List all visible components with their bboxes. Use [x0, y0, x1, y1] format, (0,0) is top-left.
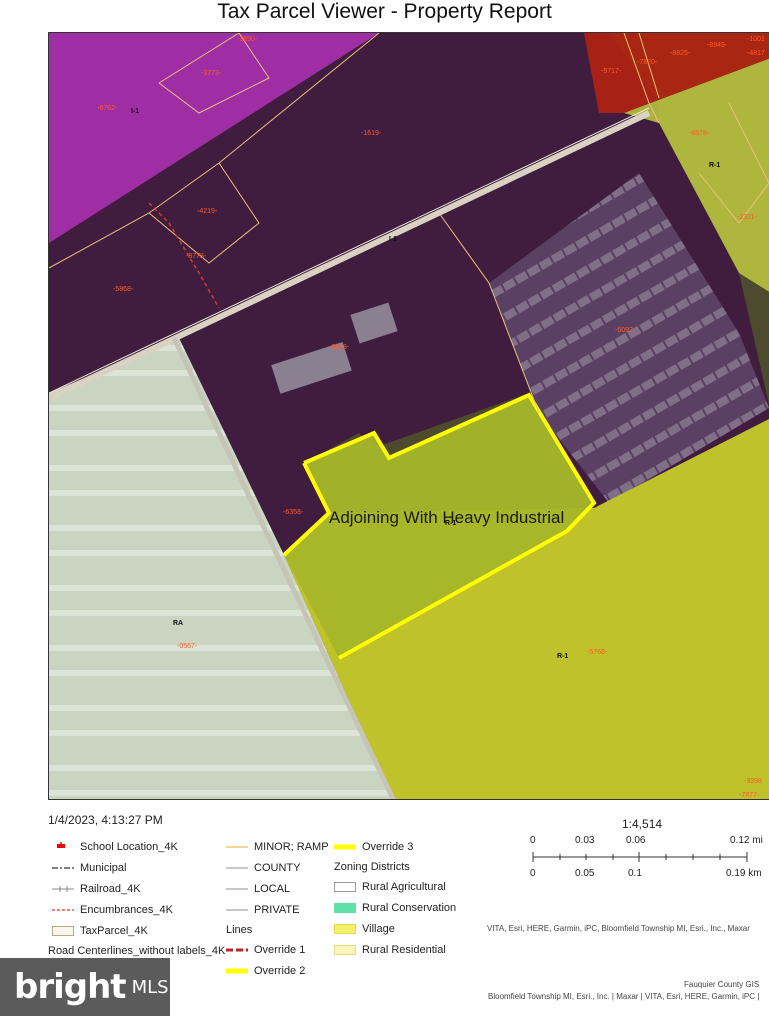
parcel-label: -6358- — [283, 509, 304, 516]
parcel-label: -8578- — [689, 130, 710, 137]
parcel-label: -0567- — [177, 643, 198, 650]
legend-school: School Location_4K — [52, 841, 178, 853]
municipal-line-icon — [52, 863, 74, 873]
zone-label: I-1 — [131, 108, 139, 115]
legend-railroad: Railroad_4K — [52, 883, 141, 895]
rural-residential-swatch-icon — [334, 945, 356, 955]
school-location-icon — [52, 842, 74, 852]
legend-private: PRIVATE — [226, 904, 299, 916]
scale-bar — [532, 852, 748, 862]
private-road-line-icon — [226, 905, 248, 915]
village-swatch-icon — [334, 924, 356, 934]
legend-local: LOCAL — [226, 883, 290, 895]
scale-mi-label: 0.06 — [626, 835, 646, 846]
parcel-label: -1001 — [747, 36, 765, 43]
legend-label: COUNTY — [254, 862, 301, 874]
scale-mi-label: 0.03 — [575, 835, 595, 846]
zone-label: RA — [173, 620, 183, 627]
scale-km-label: 0.1 — [628, 868, 642, 879]
legend-label: Encumbrances_4K — [80, 904, 173, 916]
local-road-line-icon — [226, 884, 248, 894]
legend-rural-conservation: Rural Conservation — [334, 902, 456, 914]
brightmls-watermark: bright MLS — [0, 958, 170, 1016]
parcel-label: -5868- — [113, 286, 134, 293]
annotation-text: Adjoining With Heavy Industrial — [329, 508, 564, 527]
legend-label: Override 2 — [254, 965, 306, 977]
rural-conservation-swatch-icon — [334, 903, 356, 913]
parcel-label: -7820- — [637, 59, 658, 66]
parcel-label: -8949- — [707, 42, 728, 49]
attribution-line: VITA, Esri, HERE, Garmin, iPC, Bloomfiel… — [487, 924, 750, 933]
map-viewport[interactable]: -3890- -3773- -6762- -1619- -4219- -8778… — [48, 32, 769, 800]
scale-km-label: 0.19 km — [726, 868, 762, 879]
legend-override-3: Override 3 — [334, 841, 413, 853]
parcel-map: -3890- -3773- -6762- -1619- -4219- -8778… — [49, 33, 769, 799]
zone-label: R-1 — [557, 653, 568, 660]
rural-agricultural-swatch-icon — [334, 882, 356, 892]
scale-km-label: 0.05 — [575, 868, 595, 879]
legend-label: TaxParcel_4K — [80, 925, 148, 937]
legend-label: Override 1 — [254, 944, 306, 956]
parcel-label: -7877- — [739, 792, 760, 799]
legend-municipal: Municipal — [52, 862, 126, 874]
parcel-label: -1619- — [361, 130, 382, 137]
page-title: Tax Parcel Viewer - Property Report — [217, 0, 552, 23]
legend-label: LOCAL — [254, 883, 291, 895]
legend-village: Village — [334, 923, 395, 935]
parcel-label: -4817 — [747, 50, 765, 57]
legend-label: PRIVATE — [254, 904, 300, 916]
parcel-label: -3890- — [237, 36, 258, 43]
legend-label: Municipal — [80, 862, 127, 874]
county-road-line-icon — [226, 863, 248, 873]
override-3-line-icon — [334, 842, 356, 852]
zone-label: I-2 — [389, 236, 397, 243]
legend-encumbrances: Encumbrances_4K — [52, 904, 173, 916]
legend-label: School Location_4K — [80, 841, 178, 853]
parcel-label: -3398 — [744, 778, 762, 785]
legend-label: MINOR; RAMP — [254, 841, 329, 853]
legend-label: Override 3 — [362, 841, 414, 853]
watermark-mls: MLS — [131, 976, 169, 998]
scale-km-label: 0 — [530, 868, 536, 879]
legend-county: COUNTY — [226, 862, 300, 874]
parcel-label: -8825- — [670, 50, 691, 57]
report-timestamp: 1/4/2023, 4:13:27 PM — [48, 813, 163, 827]
legend-rural-residential: Rural Residential — [334, 944, 446, 956]
legend-rural-agricultural: Rural Agricultural — [334, 881, 446, 893]
legend-label: Rural Agricultural — [362, 881, 446, 893]
attribution-source: Fauquier County GIS — [684, 980, 760, 989]
parcel-label: -3773- — [201, 70, 222, 77]
scale-ratio: 1:4,514 — [622, 817, 663, 831]
legend-label: Railroad_4K — [80, 883, 141, 895]
parcel-label: -8778- — [186, 253, 207, 260]
parcel-label: -6762- — [97, 105, 118, 112]
legend-label: Village — [362, 923, 395, 935]
attribution-line: Bloomfield Township MI, Esri., Inc. | Ma… — [488, 992, 760, 1001]
parcel-label: -4219- — [197, 208, 218, 215]
watermark-brand: bright — [14, 967, 127, 1007]
taxparcel-swatch-icon — [52, 926, 74, 936]
legend-label: Rural Residential — [362, 944, 446, 956]
legend-lines-heading: Lines — [226, 924, 253, 936]
parcel-label: -8938- — [329, 344, 350, 351]
minor-ramp-line-icon — [226, 842, 248, 852]
legend-override-2: Override 2 — [226, 965, 305, 977]
legend-minor-ramp: MINOR; RAMP — [226, 841, 329, 853]
scale-mi-label: 0 — [530, 835, 536, 846]
legend-road-centerlines-heading: Road Centerlines_without labels_4K — [48, 945, 226, 957]
legend-taxparcel: TaxParcel_4K — [52, 925, 148, 937]
legend-zoning-heading: Zoning Districts — [334, 861, 410, 873]
parcel-label: -2311- — [737, 214, 757, 221]
railroad-icon — [52, 884, 74, 894]
parcel-label: -5717- — [601, 68, 622, 75]
encumbrance-icon — [52, 905, 74, 915]
override-2-line-icon — [226, 966, 248, 976]
parcel-label: -5768- — [587, 649, 608, 656]
scale-mi-label: 0.12 mi — [730, 835, 763, 846]
override-1-line-icon — [226, 945, 248, 955]
parcel-label: -6092- — [615, 327, 636, 334]
legend-label: Rural Conservation — [362, 902, 457, 914]
zone-label: R-1 — [709, 162, 720, 169]
legend-override-1: Override 1 — [226, 944, 305, 956]
